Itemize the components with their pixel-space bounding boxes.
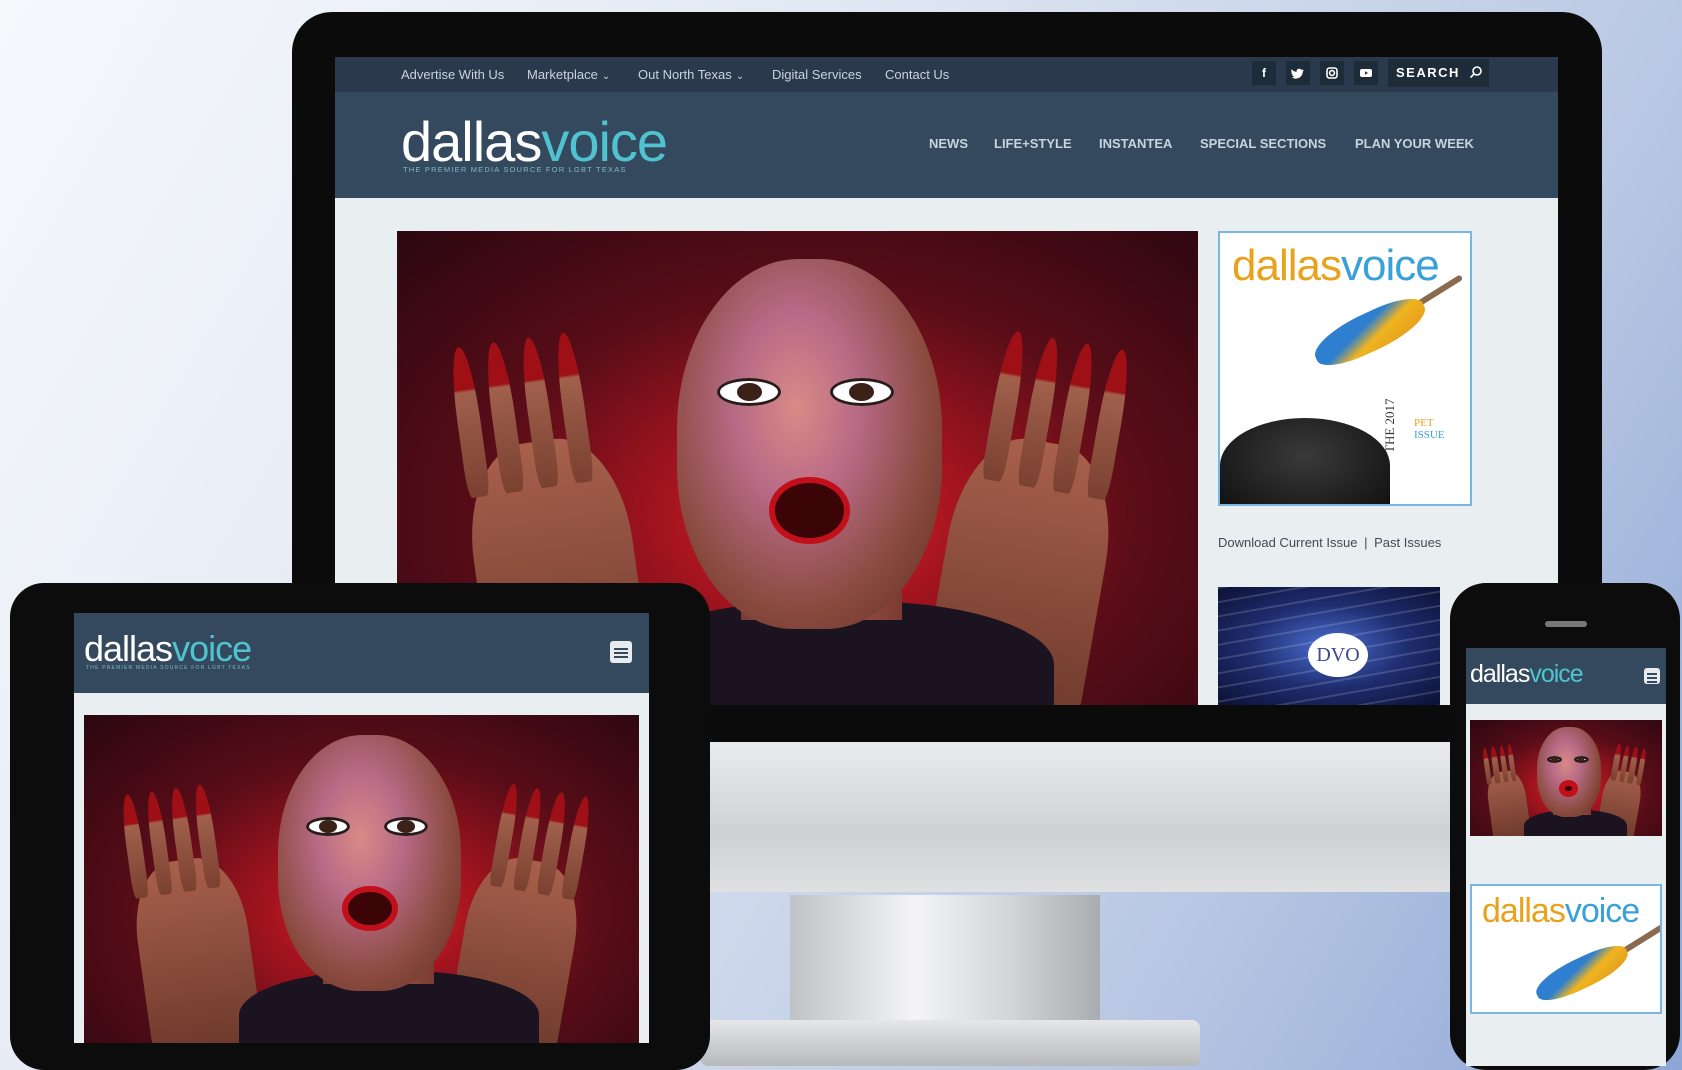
search-label: SEARCH (1396, 65, 1460, 80)
phone-magazine-cover[interactable]: dallasvoice (1470, 884, 1662, 1014)
youtube-play-icon (1360, 69, 1372, 77)
chevron-down-icon: ⌄ (735, 71, 745, 82)
hero-face (1537, 726, 1601, 818)
logo-voice: voice (1529, 660, 1583, 688)
logo-dallas: dallas (401, 110, 542, 173)
topbar-link-out-north-texas-label: Out North Texas (638, 67, 732, 82)
cover-issue-year: THE 2017 (1382, 398, 1397, 453)
monitor-chin (700, 742, 1460, 892)
download-current-issue-link[interactable]: Download Current Issue (1218, 535, 1357, 550)
nav-life-style[interactable]: LIFE+STYLE (994, 136, 1072, 151)
top-bar: Advertise With Us Marketplace ⌄ Out North… (335, 57, 1558, 92)
tablet-screen: dallasvoice THE PREMIER MEDIA SOURCE FOR… (74, 613, 649, 1043)
cover-parrot (1530, 938, 1634, 1008)
cover-dog (1220, 418, 1390, 504)
magazine-cover[interactable]: dallasvoice THE 2017 PET ISSUE (1218, 231, 1472, 506)
phone-hero-image[interactable] (1470, 720, 1662, 836)
logo-voice: voice (172, 628, 252, 669)
topbar-link-digital-services[interactable]: Digital Services (772, 67, 862, 82)
site-tagline: THE PREMIER MEDIA SOURCE FOR LGBT TEXAS (403, 165, 627, 174)
main-navigation: dallasvoice THE PREMIER MEDIA SOURCE FOR… (335, 92, 1558, 198)
nav-special-sections[interactable]: SPECIAL SECTIONS (1200, 136, 1326, 151)
cover-parrot (1307, 289, 1433, 375)
search-icon (1469, 66, 1482, 79)
cover-title: dallasvoice (1232, 241, 1440, 291)
past-issues-link[interactable]: Past Issues (1374, 535, 1441, 550)
phone-logo[interactable]: dallasvoice (1470, 660, 1584, 688)
dvo-logo: DVO (1308, 633, 1368, 677)
link-separator: | (1364, 535, 1368, 550)
cover-title: dallasvoice (1482, 892, 1640, 931)
facebook-icon[interactable]: f (1252, 61, 1276, 85)
cover-title-voice: voice (1564, 892, 1640, 930)
hero-eye (1573, 755, 1590, 763)
hero-mouth (1559, 780, 1579, 797)
hamburger-menu-icon[interactable] (1644, 668, 1660, 684)
twitter-bird-icon (1291, 68, 1304, 79)
cover-issue-pet: PET (1414, 417, 1434, 429)
issue-links: Download Current Issue | Past Issues (1218, 535, 1441, 550)
tablet-header: dallasvoice THE PREMIER MEDIA SOURCE FOR… (74, 613, 649, 693)
topbar-link-contact[interactable]: Contact Us (885, 67, 949, 82)
cover-issue-issue: ISSUE (1414, 429, 1445, 441)
phone-screen: dallasvoice dallasvoice (1466, 648, 1666, 1066)
search-button[interactable]: SEARCH (1388, 59, 1489, 87)
cover-issue-the: THE (1382, 427, 1397, 453)
topbar-link-advertise[interactable]: Advertise With Us (401, 67, 504, 82)
hero-face (677, 259, 942, 630)
hero-face (278, 734, 462, 991)
hero-mouth (769, 477, 850, 544)
logo-dallas: dallas (84, 628, 173, 669)
cover-issue-2017: 2017 (1382, 398, 1397, 425)
topbar-link-out-north-texas[interactable]: Out North Texas ⌄ (638, 67, 744, 82)
cover-title-voice: voice (1340, 241, 1440, 290)
youtube-icon[interactable] (1354, 61, 1378, 85)
nav-plan-your-week[interactable]: PLAN YOUR WEEK (1355, 136, 1474, 151)
tablet-hero-image[interactable] (84, 715, 639, 1043)
cover-title-dallas: dallas (1482, 892, 1566, 930)
nav-news[interactable]: NEWS (929, 136, 968, 151)
cover-title-dallas: dallas (1232, 241, 1342, 290)
instagram-camera-icon (1326, 67, 1338, 79)
logo-voice: voice (541, 110, 668, 173)
twitter-icon[interactable] (1286, 61, 1310, 85)
hero-eye (1546, 755, 1563, 763)
hero-mouth (342, 885, 398, 932)
nav-instantea[interactable]: INSTANTEA (1099, 136, 1172, 151)
hamburger-menu-icon[interactable] (610, 641, 632, 663)
site-logo[interactable]: dallasvoice (401, 114, 668, 170)
topbar-link-marketplace-label: Marketplace (527, 67, 598, 82)
monitor-stand-base (700, 1020, 1200, 1066)
tablet-logo[interactable]: dallasvoice (84, 628, 252, 669)
phone-speaker (1545, 621, 1587, 627)
phone-header: dallasvoice (1466, 648, 1666, 704)
instagram-icon[interactable] (1320, 61, 1344, 85)
dvo-banner[interactable]: DVO (1218, 587, 1440, 705)
cover-issue-label: PET ISSUE (1414, 417, 1445, 441)
chevron-down-icon: ⌄ (601, 71, 611, 82)
tablet-tagline: THE PREMIER MEDIA SOURCE FOR LGBT TEXAS (86, 665, 251, 671)
hero-eye (829, 377, 894, 407)
topbar-link-marketplace[interactable]: Marketplace ⌄ (527, 67, 610, 82)
logo-dallas: dallas (1470, 660, 1530, 688)
